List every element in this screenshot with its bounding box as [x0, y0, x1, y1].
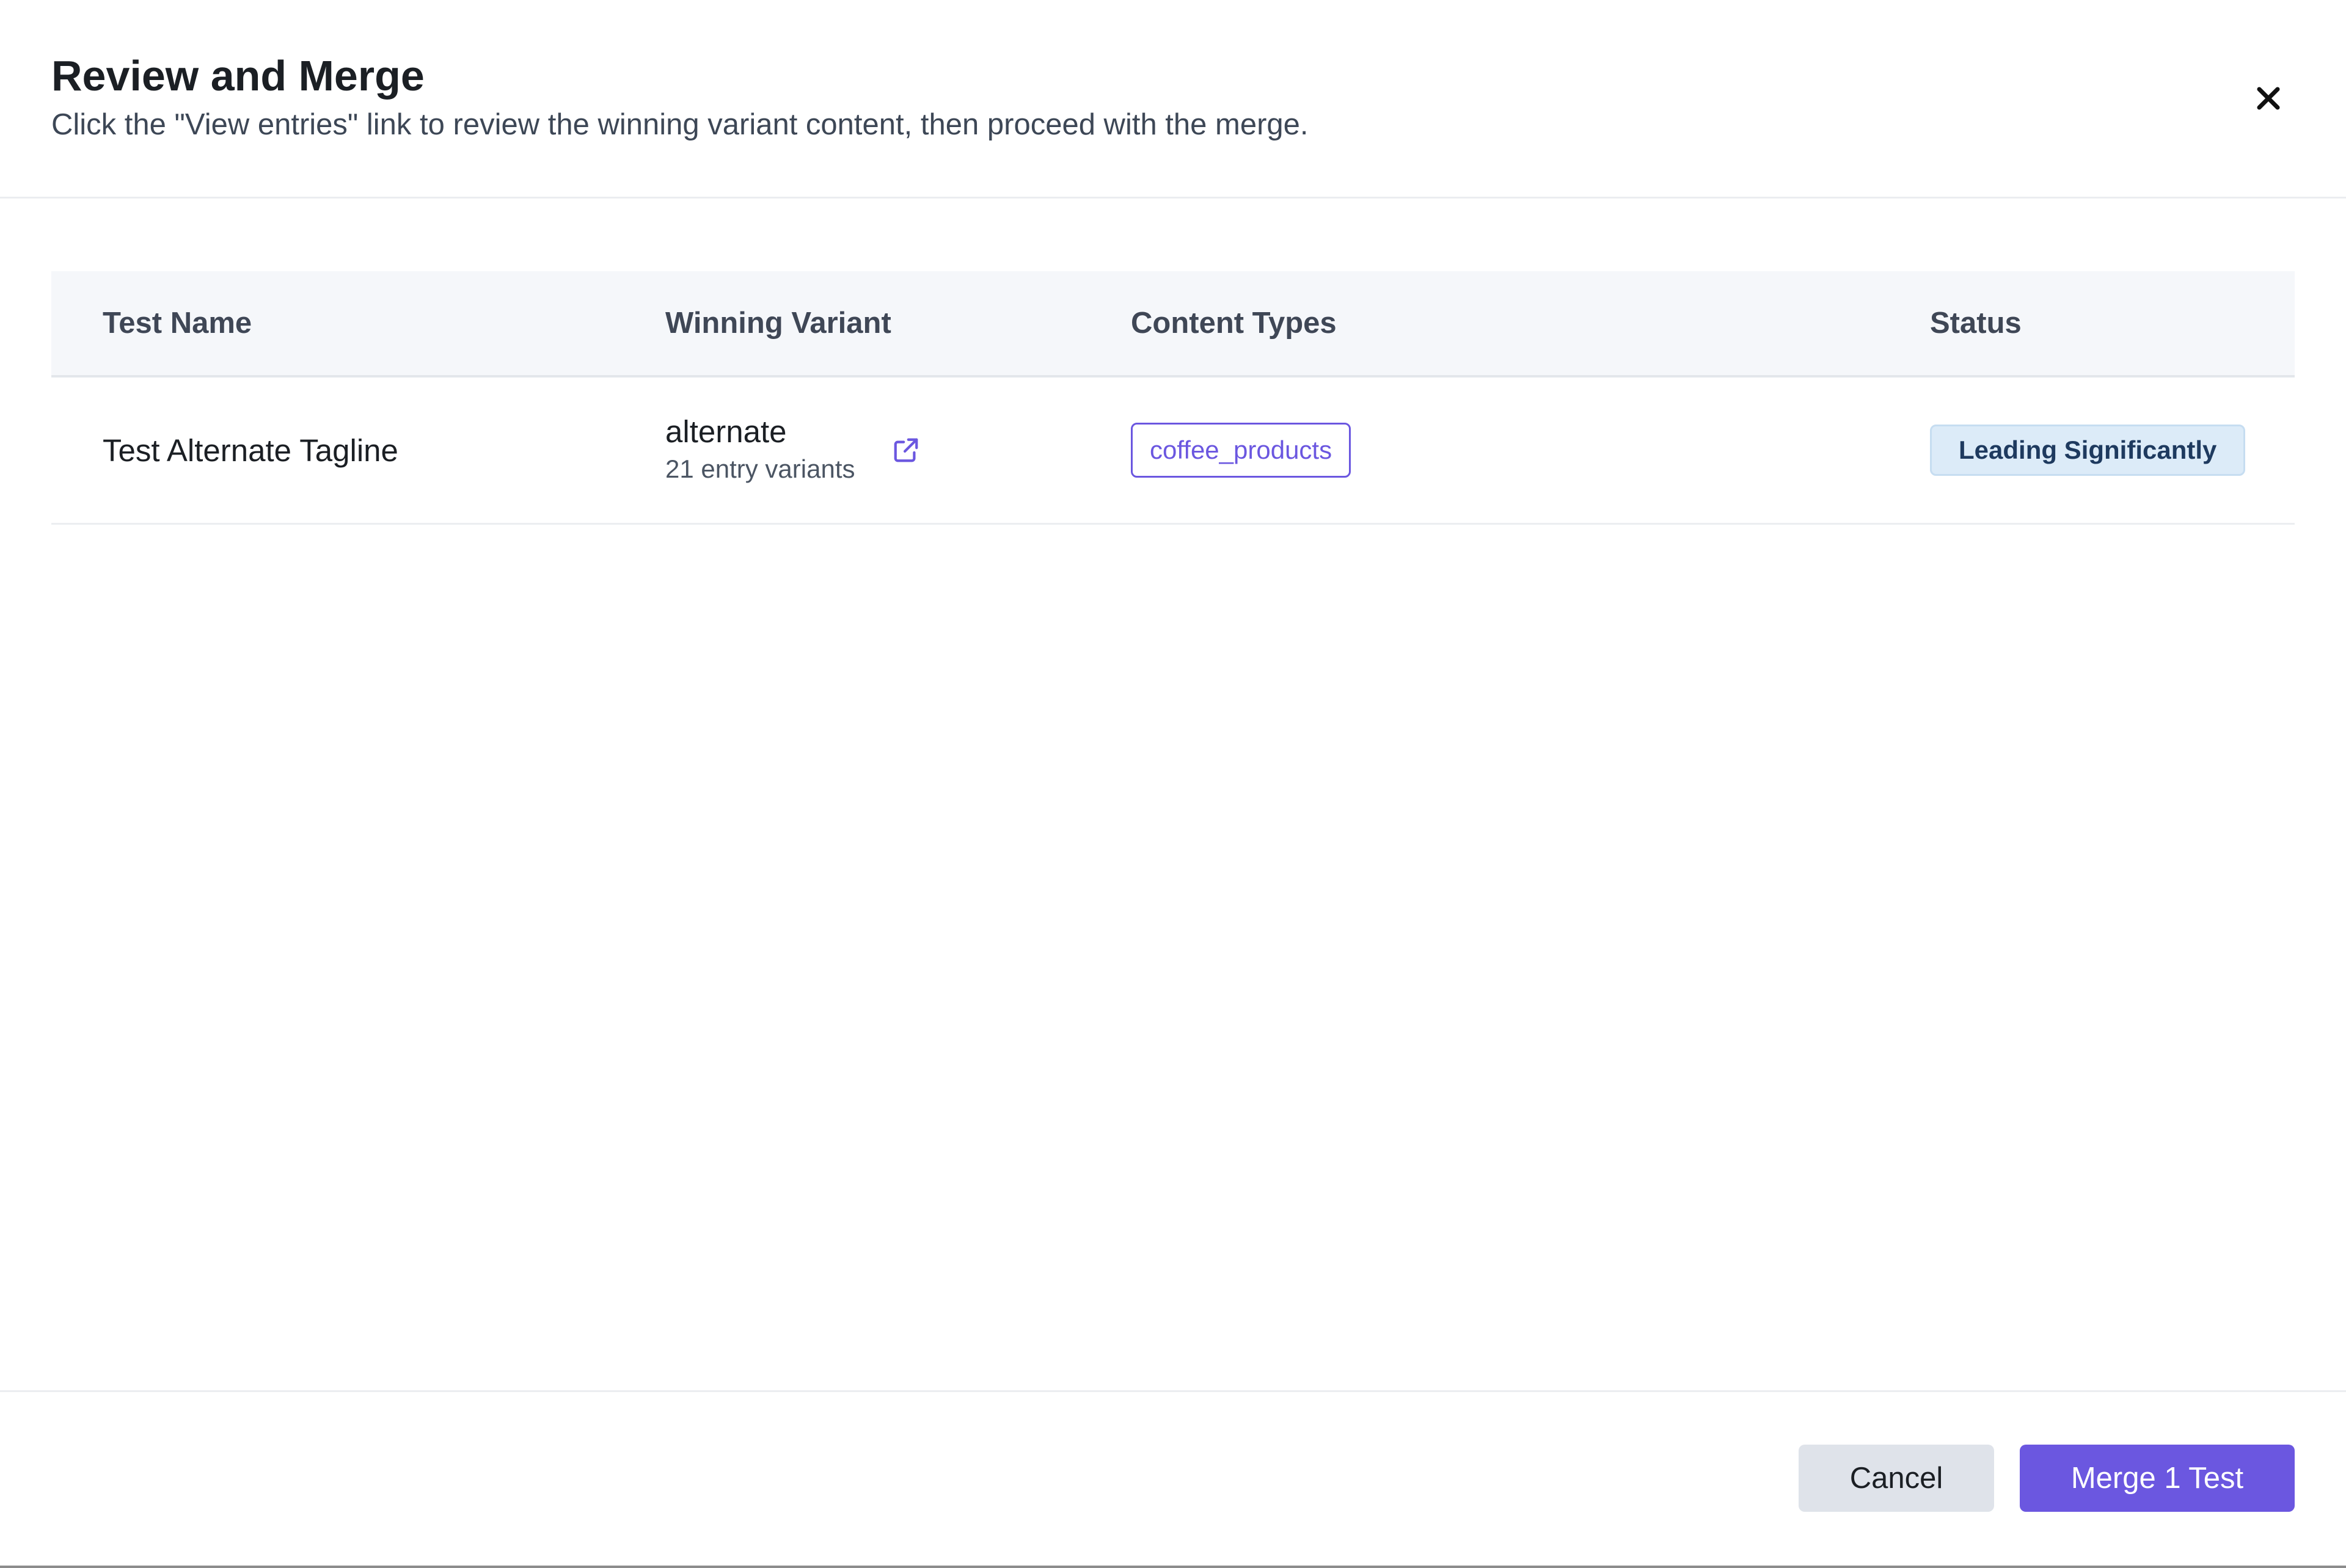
close-button[interactable] — [2246, 76, 2291, 121]
column-header-status: Status — [1930, 307, 2022, 340]
column-header-test-name: Test Name — [103, 307, 252, 340]
cancel-button[interactable]: Cancel — [1799, 1445, 1994, 1512]
table-row: Test Alternate Tagline alternate 21 entr… — [51, 377, 2295, 525]
status-cell: Leading Significantly — [1930, 377, 2246, 523]
winning-variant-cell: alternate 21 entry variants — [665, 377, 921, 523]
column-header-winning-variant: Winning Variant — [665, 307, 891, 340]
table-header: Test Name Winning Variant Content Types … — [51, 271, 2295, 377]
status-badge: Leading Significantly — [1930, 425, 2246, 476]
variant-name: alternate — [665, 414, 787, 449]
test-name: Test Alternate Tagline — [103, 432, 398, 468]
review-merge-dialog: Review and Merge Click the "View entries… — [0, 0, 2346, 1568]
merge-button[interactable]: Merge 1 Test — [2020, 1445, 2295, 1512]
content-type-badge: coffee_products — [1131, 423, 1351, 478]
dialog-footer: Cancel Merge 1 Test — [0, 1390, 2346, 1567]
test-name-cell: Test Alternate Tagline — [103, 377, 398, 523]
external-link-icon — [894, 438, 918, 462]
dialog-subtitle: Click the "View entries" link to review … — [51, 108, 1309, 141]
variant-count: 21 entry variants — [665, 454, 855, 483]
column-header-content-types: Content Types — [1131, 307, 1337, 340]
close-icon — [2257, 87, 2280, 110]
dialog-header: Review and Merge Click the "View entries… — [0, 0, 2346, 199]
tests-table: Test Name Winning Variant Content Types … — [51, 271, 2295, 525]
dialog-title: Review and Merge — [51, 52, 425, 100]
content-types-cell: coffee_products — [1131, 377, 1351, 523]
view-entries-link[interactable] — [891, 435, 921, 465]
variant-info: alternate 21 entry variants — [665, 413, 855, 487]
